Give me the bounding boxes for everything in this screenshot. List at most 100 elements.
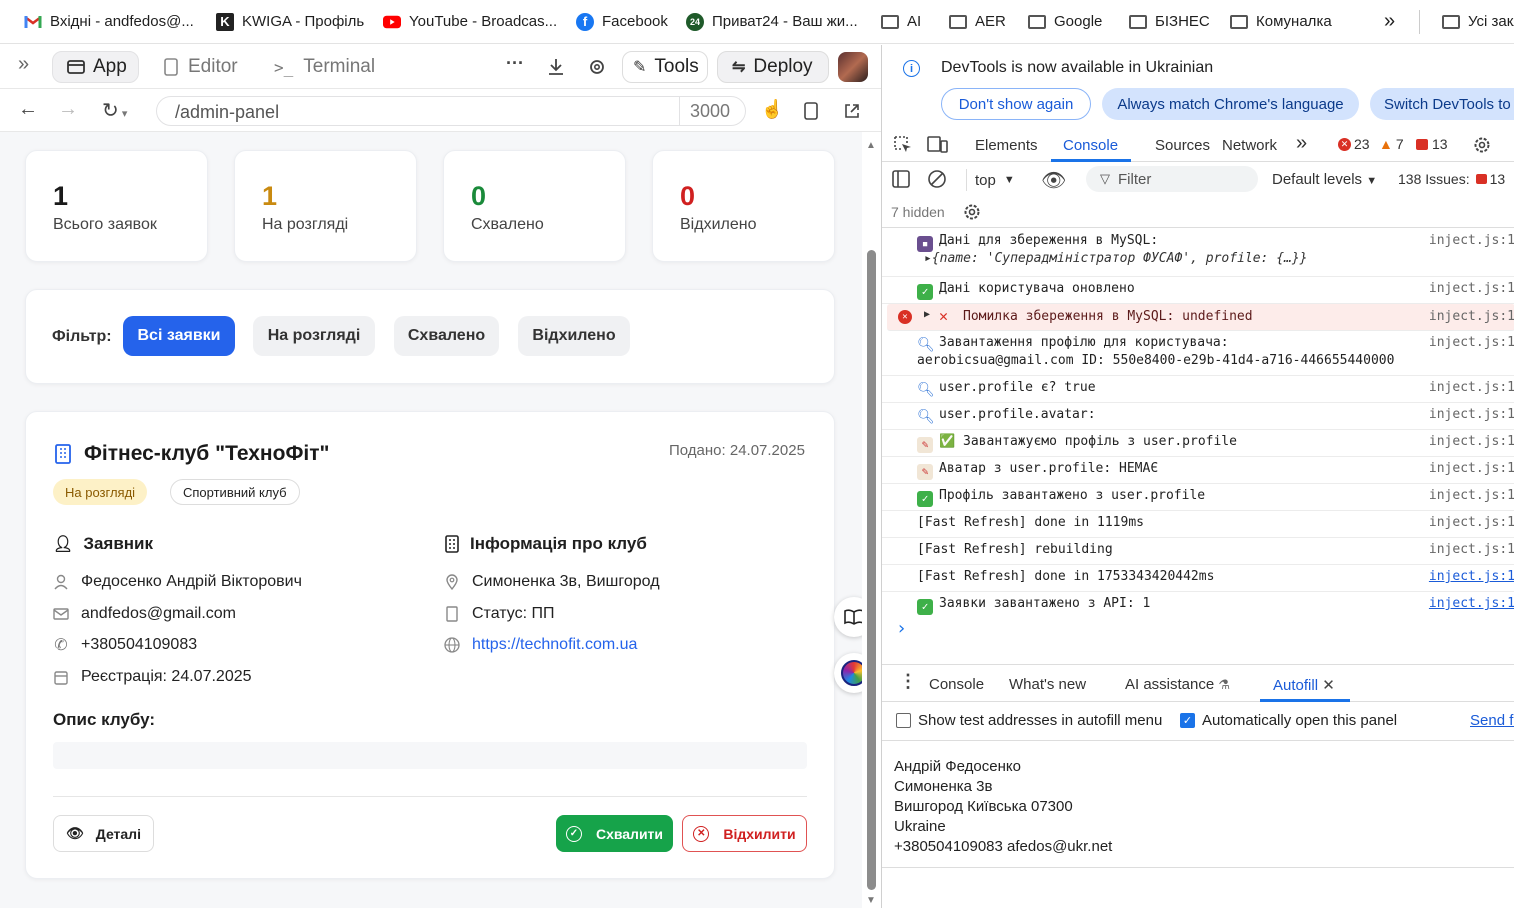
forward-arrow-icon[interactable]: → — [58, 98, 78, 121]
approve-button[interactable]: ✓ Схвалити — [556, 815, 673, 852]
scrollbar-thumb[interactable] — [867, 250, 876, 890]
drawer-tab-whats-new[interactable]: What's new — [1009, 676, 1086, 693]
warning-counter[interactable]: ▲ 7 — [1379, 136, 1404, 152]
scroll-up-arrow-icon[interactable]: ▲ — [866, 140, 876, 151]
filter-pending-button[interactable]: На розгляді — [253, 316, 375, 356]
log-source-link[interactable]: inject.js:1 — [1429, 434, 1514, 449]
bookmark-privat24[interactable]: 24 Приват24 - Ваш жи... — [686, 0, 858, 43]
console-log-entry[interactable]: ▪ Дані для збереження в MySQL: inject.js:… — [882, 229, 1514, 277]
expand-arrow-icon[interactable]: ▶ — [924, 309, 930, 320]
send-feedback-link[interactable]: Send feedback — [1470, 712, 1514, 729]
drawer-menu-icon[interactable]: ⋮ — [899, 671, 917, 692]
bookmark-folder-utilities[interactable]: Комуналка — [1230, 0, 1332, 43]
drawer-tab-ai-assistance[interactable]: AI assistance ⚗ — [1125, 676, 1230, 693]
filter-approved-button[interactable]: Схвалено — [394, 316, 499, 356]
log-source-link[interactable]: inject.js:1 — [1429, 407, 1514, 422]
scroll-down-arrow-icon[interactable]: ▼ — [866, 895, 876, 906]
console-filter-input[interactable]: ▽ Filter — [1086, 166, 1258, 192]
avatar[interactable] — [838, 52, 868, 82]
drawer-tab-console[interactable]: Console — [929, 676, 984, 693]
club-website-link[interactable]: https://technofit.com.ua — [472, 636, 637, 654]
show-test-addresses-checkbox[interactable] — [896, 713, 911, 728]
url-input[interactable]: /admin-panel 3000 — [156, 96, 746, 126]
message-counter[interactable]: 13 — [1416, 136, 1448, 152]
bookmark-youtube[interactable]: YouTube - Broadcas... — [383, 0, 557, 43]
context-selector[interactable]: top ▼ — [966, 169, 1015, 191]
console-log-entry[interactable]: [Fast Refresh] rebuilding inject.js:1 — [882, 538, 1514, 565]
log-object-preview[interactable]: ▸{name: 'Суперадміністратор ФУСАФ', prof… — [924, 251, 1308, 266]
download-icon[interactable] — [546, 57, 566, 77]
log-source-link[interactable]: inject.js:1 — [1429, 335, 1514, 350]
clear-console-icon[interactable] — [927, 169, 947, 189]
log-source-link[interactable]: inject.js:1 — [1429, 542, 1514, 557]
console-log-entry[interactable]: ✓ Заявки завантажено з API: 1 inject.js:1 — [882, 592, 1514, 619]
filter-all-button[interactable]: Всі заявки — [123, 316, 235, 356]
console-log-entry[interactable]: 🔍︎ user.profile.avatar: inject.js:1 — [882, 403, 1514, 430]
close-icon[interactable]: ✕ — [1322, 677, 1335, 694]
match-language-button[interactable]: Always match Chrome's language — [1102, 88, 1359, 120]
bookmark-all-folder[interactable]: Усі закладки — [1442, 0, 1514, 43]
error-counter[interactable]: ✕ 23 — [1338, 136, 1370, 152]
bookmark-kwiga[interactable]: K KWIGA - Профіль — [216, 0, 364, 43]
console-log-entry[interactable]: 🔍︎ Завантаження профілю для користувача: … — [882, 331, 1514, 376]
tab-sources[interactable]: Sources — [1155, 137, 1210, 154]
console-log-entry[interactable]: ✎ Аватар з user.profile: НЕМАЄ inject.js:… — [882, 457, 1514, 484]
switch-devtools-button[interactable]: Switch DevTools to — [1370, 88, 1514, 120]
back-arrow-icon[interactable]: ← — [18, 98, 38, 121]
more-tabs-chevron-icon[interactable]: » — [1296, 132, 1307, 155]
log-source-link[interactable]: inject.js:1 — [1429, 569, 1514, 584]
filter-rejected-button[interactable]: Відхилено — [518, 316, 630, 356]
device-toggle-icon[interactable] — [802, 102, 820, 120]
console-log-entry[interactable]: [Fast Refresh] done in 1753343420442ms i… — [882, 565, 1514, 592]
sidebar-toggle-icon[interactable] — [892, 170, 910, 188]
bookmark-gmail[interactable]: Вхідні - andfedos@... — [24, 0, 194, 43]
tab-console[interactable]: Console — [1063, 137, 1118, 154]
tab-app[interactable]: App — [52, 51, 139, 83]
reload-icon[interactable]: ↻ ▾ — [102, 98, 127, 123]
device-toolbar-icon[interactable] — [927, 135, 949, 155]
console-prompt[interactable]: › — [896, 618, 907, 639]
open-external-icon[interactable] — [843, 102, 861, 120]
select-element-hand-icon[interactable]: ☝ — [761, 99, 783, 120]
bookmark-folder-google[interactable]: Google — [1028, 0, 1102, 43]
bookmark-facebook[interactable]: f Facebook — [576, 0, 668, 43]
auto-open-checkbox[interactable]: ✓ — [1180, 713, 1195, 728]
tab-network[interactable]: Network — [1222, 137, 1277, 154]
log-source-link[interactable]: inject.js:1 — [1429, 309, 1514, 324]
console-log-entry[interactable]: ✓ Дані користувача оновлено inject.js:1 — [882, 277, 1514, 304]
console-log-entry[interactable]: ✎ ✅ Завантажуємо профіль з user.profile i… — [882, 430, 1514, 457]
details-button[interactable]: 👁︎ Деталі — [53, 815, 154, 852]
log-source-link[interactable]: inject.js:1 — [1429, 461, 1514, 476]
settings-gear-icon[interactable] — [587, 57, 607, 77]
tab-elements[interactable]: Elements — [975, 137, 1038, 154]
more-options-button[interactable]: ··· — [506, 53, 524, 74]
bookmark-folder-ai[interactable]: AI — [881, 0, 921, 43]
port-field[interactable]: 3000 — [690, 101, 730, 122]
issues-button[interactable]: 138 Issues: 13 — [1398, 171, 1505, 187]
log-source-link[interactable]: inject.js:1 — [1429, 281, 1514, 296]
log-source-link[interactable]: inject.js:1 — [1429, 233, 1514, 248]
expand-sidebar-button[interactable]: » — [18, 53, 29, 76]
tab-editor[interactable]: Editor — [160, 51, 250, 83]
dont-show-again-button[interactable]: Don't show again — [941, 88, 1091, 120]
console-error-entry[interactable]: ✕ ▶ ✕ Помилка збереження в MySQL: undefi… — [887, 304, 1514, 331]
console-log-entry[interactable]: ✓ Профіль завантажено з user.profile inje… — [882, 484, 1514, 511]
log-source-link[interactable]: inject.js:1 — [1429, 488, 1514, 503]
tab-terminal[interactable]: >_ Terminal — [272, 51, 382, 83]
live-expression-eye-icon[interactable]: 👁︎ — [1041, 168, 1066, 193]
console-log-entry[interactable]: [Fast Refresh] done in 1119ms inject.js:… — [882, 511, 1514, 538]
tools-button[interactable]: ✎ Tools — [622, 51, 708, 83]
bookmarks-overflow-button[interactable]: » — [1384, 0, 1395, 43]
deploy-button[interactable]: ⇋ Deploy — [717, 51, 829, 83]
inspect-element-icon[interactable] — [893, 135, 913, 155]
log-source-link[interactable]: inject.js:1 — [1429, 596, 1514, 611]
bookmark-folder-business[interactable]: БІЗНЕС — [1129, 0, 1210, 43]
reject-button[interactable]: ✕ Відхилити — [682, 815, 807, 852]
log-source-link[interactable]: inject.js:1 — [1429, 515, 1514, 530]
console-log-entry[interactable]: 🔍︎ user.profile є? true inject.js:1 — [882, 376, 1514, 403]
page-scrollbar[interactable]: ▲ ▼ — [862, 132, 881, 908]
log-levels-dropdown[interactable]: Default levels ▼ — [1272, 171, 1377, 188]
bookmark-folder-aer[interactable]: AER — [949, 0, 1006, 43]
devtools-settings-gear-icon[interactable] — [1472, 135, 1492, 155]
console-settings-gear-icon[interactable] — [962, 202, 982, 222]
